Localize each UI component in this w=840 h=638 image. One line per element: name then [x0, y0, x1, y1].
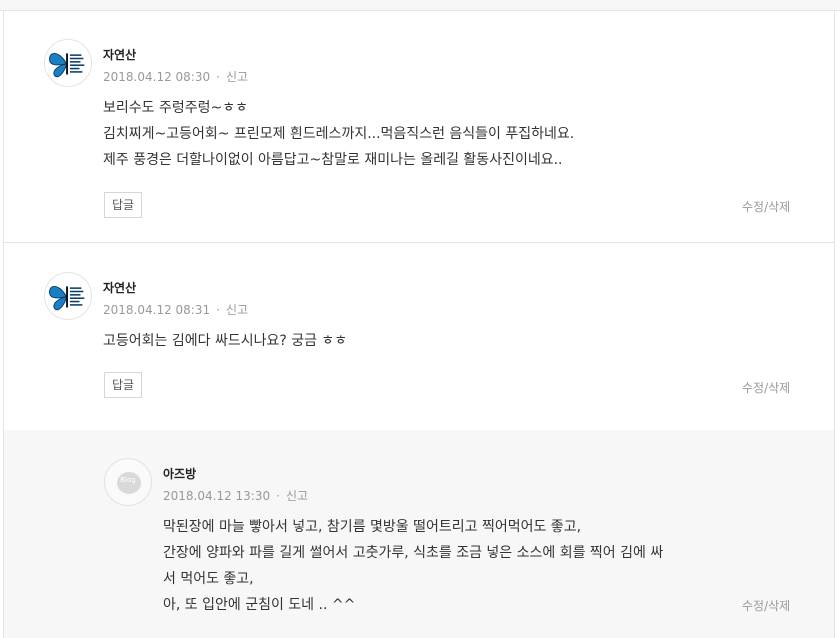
top-bar	[0, 0, 840, 11]
reply-line: 막된장에 마늘 빻아서 넣고, 참기름 몇방울 떨어트리고 찍어먹어도 좋고,	[163, 519, 582, 535]
meta-separator: ·	[276, 489, 280, 503]
reply-button[interactable]: 답글	[104, 372, 143, 398]
comment-author[interactable]: 자연산	[103, 46, 136, 63]
blog-avatar-icon[interactable]: Blog	[104, 458, 152, 506]
reply-button[interactable]: 답글	[104, 192, 143, 218]
reply-body: 막된장에 마늘 빻아서 넣고, 참기름 몇방울 떨어트리고 찍어먹어도 좋고, …	[163, 514, 663, 618]
meta-separator: ·	[216, 70, 220, 84]
report-link[interactable]: 신고	[226, 70, 248, 84]
reply-meta: 2018.04.12 13:30 · 신고	[163, 487, 308, 504]
comment-meta: 2018.04.12 08:30 · 신고	[103, 68, 248, 85]
report-link[interactable]: 신고	[226, 303, 248, 317]
reply-line: 간장에 양파와 파를 길게 썰어서 고춧가루, 식초를 조금 넣은 소스에 회를…	[163, 545, 664, 561]
comment-body: 고등어회는 김에다 싸드시나요? 궁금 ㅎㅎ	[103, 328, 347, 354]
reply-line: 아, 또 입안에 군침이 도네 .. ^^	[163, 597, 356, 613]
comment-body: 보리수도 주렁주렁~ㅎㅎ 김치찌게~고등어회~ 프린모제 흰드레스까지...먹음…	[103, 95, 574, 173]
reply-date: 2018.04.12 13:30	[163, 489, 271, 503]
comment-author[interactable]: 자연산	[103, 279, 136, 296]
edit-delete-link[interactable]: 수정/삭제	[742, 597, 790, 614]
reply-item: Blog 아즈방 2018.04.12 13:30 · 신고 막된장에 마늘 빻아서…	[4, 430, 834, 638]
edit-delete-link[interactable]: 수정/삭제	[742, 379, 790, 396]
blog-avatar-text: Blog	[120, 476, 136, 484]
comment-meta: 2018.04.12 08:31 · 신고	[103, 301, 248, 318]
comment-item: 자연산 2018.04.12 08:31 · 신고 고등어회는 김에다 싸드시나요?…	[4, 244, 834, 430]
comment-item: 자연산 2018.04.12 08:30 · 신고 보리수도 주렁주렁~ㅎㅎ 김치찌…	[4, 11, 834, 243]
edit-delete-link[interactable]: 수정/삭제	[742, 198, 790, 215]
report-link[interactable]: 신고	[286, 489, 308, 503]
reply-line: 서 먹어도 좋고,	[163, 571, 254, 587]
butterfly-avatar-icon[interactable]	[44, 272, 92, 320]
comment-date: 2018.04.12 08:31	[103, 303, 211, 317]
reply-author[interactable]: 아즈방	[163, 465, 196, 482]
comment-date: 2018.04.12 08:30	[103, 70, 211, 84]
comment-line: 보리수도 주렁주렁~ㅎㅎ	[103, 100, 248, 116]
comment-line: 고등어회는 김에다 싸드시나요? 궁금 ㅎㅎ	[103, 333, 348, 349]
meta-separator: ·	[216, 303, 220, 317]
comment-line: 제주 풍경은 더할나이없이 아름답고~참말로 재미나는 올레길 활동사진이네요.…	[103, 152, 563, 168]
butterfly-avatar-icon[interactable]	[44, 39, 92, 87]
comment-line: 김치찌게~고등어회~ 프린모제 흰드레스까지...먹음직스런 음식들이 푸집하네…	[103, 126, 575, 142]
